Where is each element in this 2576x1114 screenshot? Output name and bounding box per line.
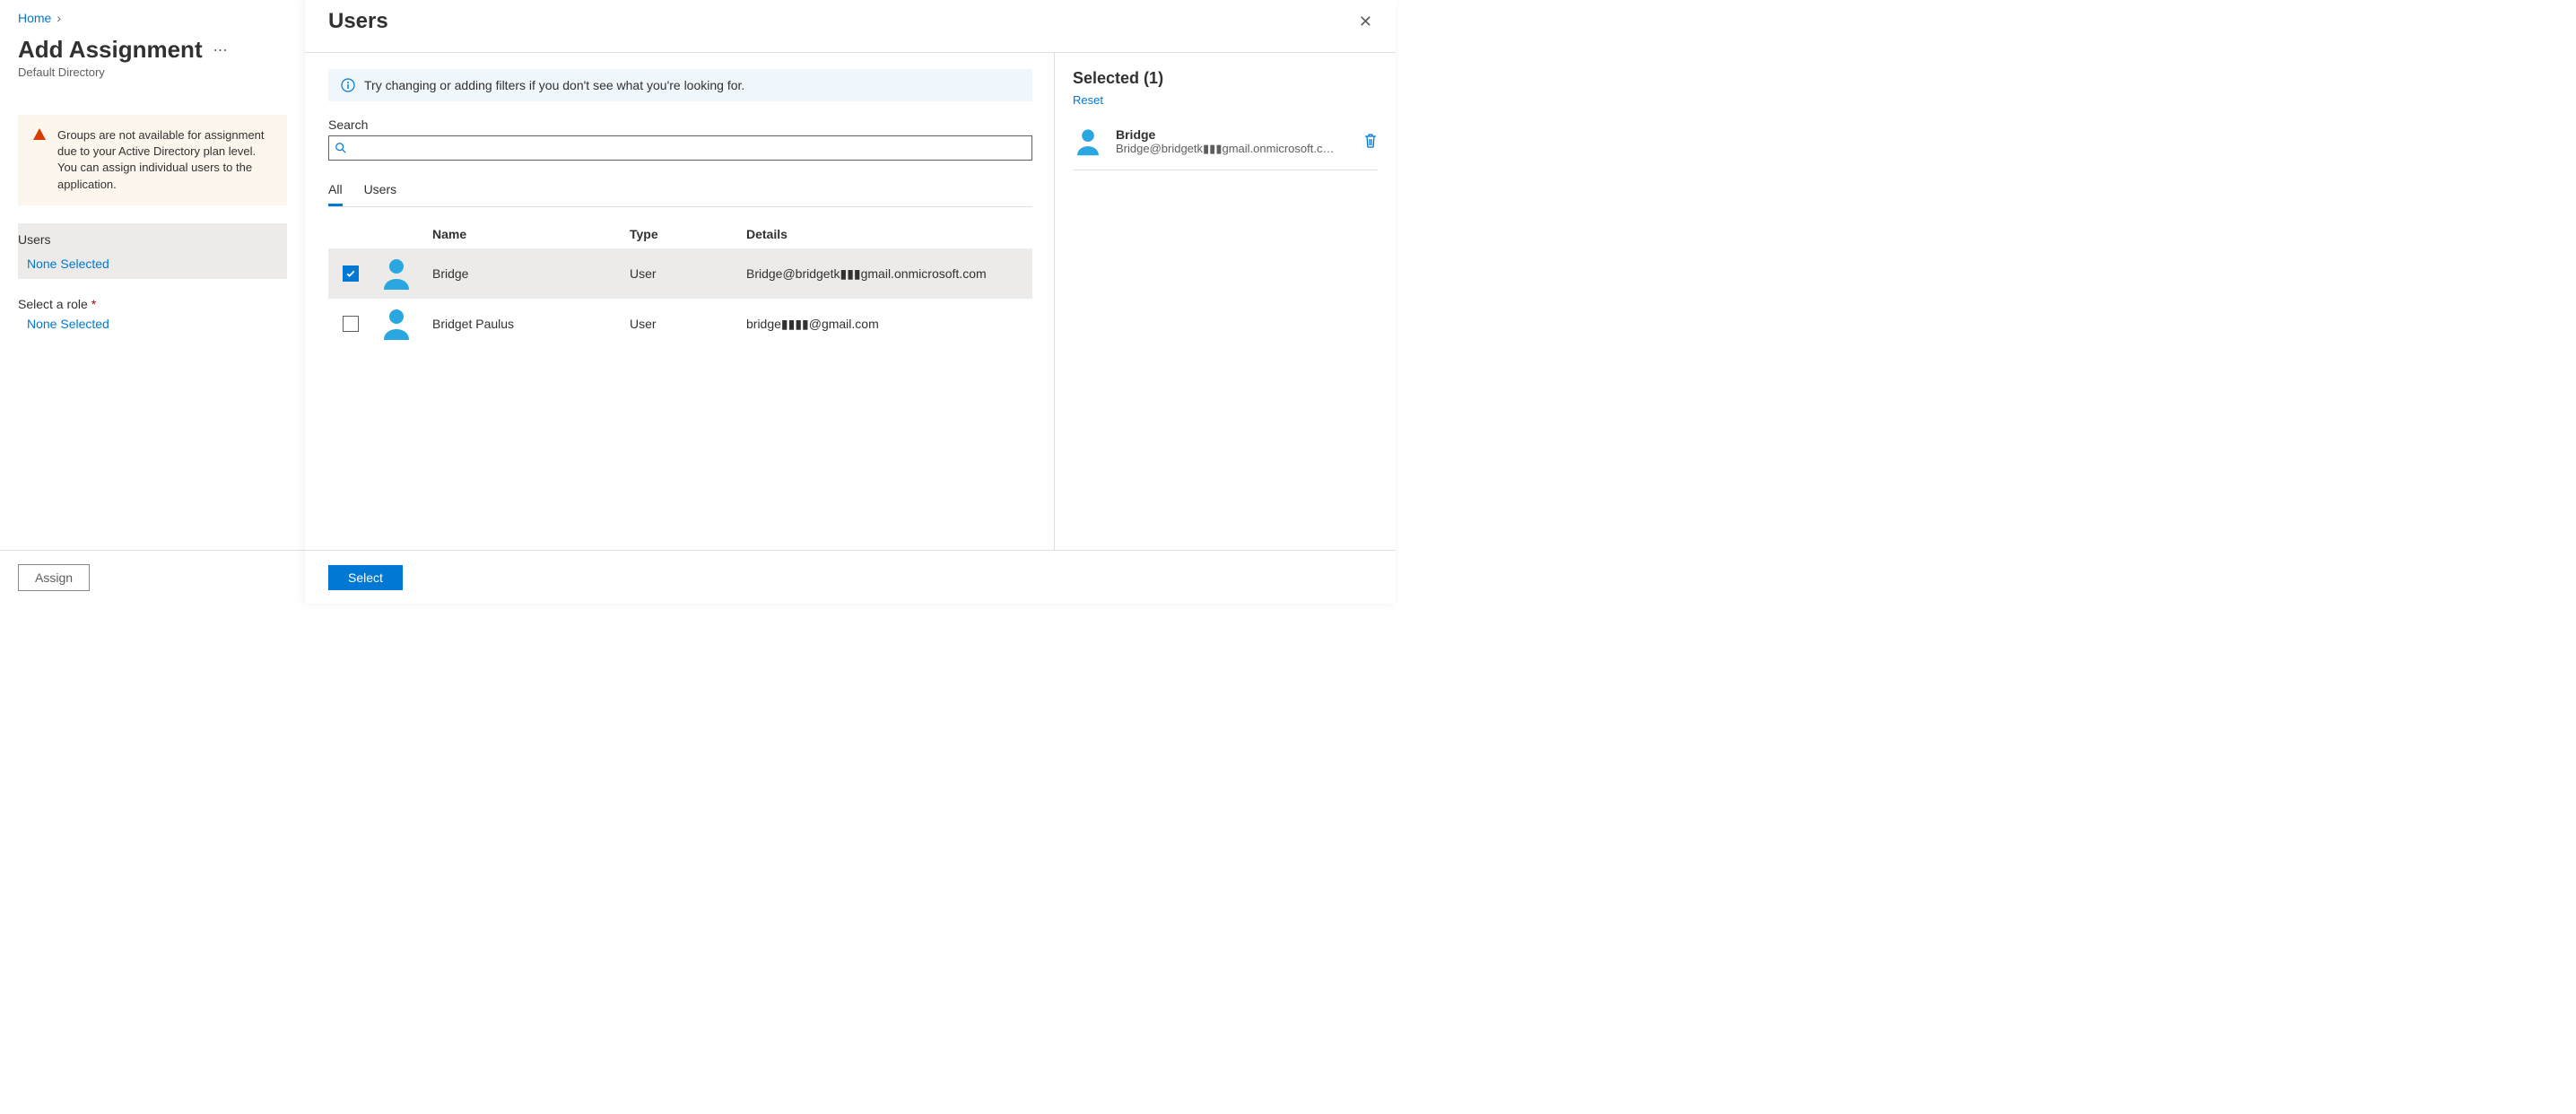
required-star-icon: * [91,297,96,311]
col-details: Details [746,227,1032,241]
selected-side-panel: Selected (1) Reset Bridge Bridge@bridget… [1055,53,1396,550]
tab-bar: All Users [328,182,1032,207]
reset-link[interactable]: Reset [1073,93,1103,107]
col-name: Name [432,227,630,241]
role-field-label-row: Select a role * [18,297,287,311]
panel-title: Users [328,9,388,34]
user-avatar-icon [379,256,432,292]
search-icon [329,142,352,154]
warning-text: Groups are not available for assignment … [57,127,273,193]
cell-name: Bridget Paulus [432,317,630,331]
table-row[interactable]: Bridget Paulus User bridge▮▮▮▮@gmail.com [328,299,1032,349]
selected-item-name: Bridge [1116,127,1351,142]
role-none-selected-link[interactable]: None Selected [18,311,287,336]
cell-name: Bridge [432,266,630,281]
tab-all[interactable]: All [328,182,343,206]
selected-item: Bridge Bridge@bridgetk▮▮▮gmail.onmicroso… [1073,126,1378,170]
info-bar: Try changing or adding filters if you do… [328,69,1032,101]
search-box[interactable] [328,135,1032,161]
checkbox[interactable] [343,265,359,282]
cell-details: bridge▮▮▮▮@gmail.com [746,317,1032,332]
cell-details: Bridge@bridgetk▮▮▮gmail.onmicrosoft.com [746,266,1032,282]
role-field-label: Select a role [18,297,88,311]
tab-users[interactable]: Users [364,182,397,206]
search-input[interactable] [352,136,1031,160]
users-panel: Users ✕ Try changing or adding filters i… [305,0,1396,604]
info-text: Try changing or adding filters if you do… [364,78,744,92]
warning-icon [32,127,47,142]
selected-heading: Selected (1) [1073,69,1163,88]
more-options-icon[interactable]: ⋯ [213,41,228,59]
cell-type: User [630,317,746,331]
trash-icon[interactable] [1363,133,1378,152]
user-avatar-icon [1073,126,1103,157]
users-table: Name Type Details Bridge User Bridge@bri… [328,220,1032,349]
table-row[interactable]: Bridge User Bridge@bridgetk▮▮▮gmail.onmi… [328,248,1032,299]
page-subtitle: Default Directory [18,65,287,79]
chevron-right-icon: › [57,11,61,25]
selected-item-email: Bridge@bridgetk▮▮▮gmail.onmicrosoft.c… [1116,142,1340,156]
table-header: Name Type Details [328,220,1032,248]
info-icon [341,78,355,92]
checkbox[interactable] [343,316,359,332]
assign-button[interactable]: Assign [18,564,90,591]
page-title: Add Assignment [18,36,203,64]
cell-type: User [630,266,746,281]
users-none-selected-link[interactable]: None Selected [18,248,287,279]
breadcrumb-home-link[interactable]: Home [18,11,51,25]
search-label: Search [328,117,1032,132]
col-type: Type [630,227,746,241]
user-avatar-icon [379,306,432,342]
breadcrumb: Home › [18,11,287,25]
select-button[interactable]: Select [328,565,403,590]
warning-alert: Groups are not available for assignment … [18,115,287,205]
panel-footer: Select [305,550,1396,604]
close-icon[interactable]: ✕ [1359,13,1372,31]
users-field-label: Users [18,229,287,248]
users-assignment-field: Users None Selected [18,223,287,279]
